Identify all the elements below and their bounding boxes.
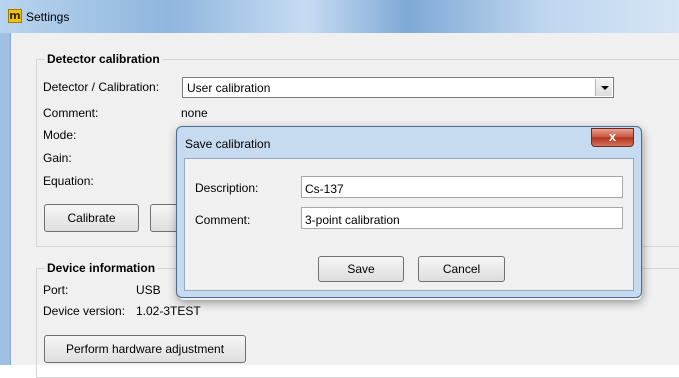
gain-label: Gain: <box>43 151 72 165</box>
port-label: Port: <box>43 283 69 297</box>
description-label: Description: <box>195 181 259 195</box>
comment-value: none <box>181 106 208 120</box>
title-bar[interactable]: m Settings <box>0 0 679 33</box>
group-title: Device information <box>45 261 158 275</box>
chevron-down-icon[interactable] <box>595 79 612 96</box>
device-version-label: Device version: <box>43 304 126 318</box>
close-icon[interactable]: x <box>591 128 634 147</box>
comment-label: Comment: <box>43 106 99 120</box>
detector-calibration-select[interactable]: User calibration <box>182 77 614 98</box>
window-title: Settings <box>26 10 70 24</box>
port-value: USB <box>136 283 161 297</box>
selected-calibration: User calibration <box>187 81 271 95</box>
mode-label: Mode: <box>43 128 77 142</box>
equation-label: Equation: <box>43 174 94 188</box>
comment-input[interactable] <box>301 207 623 229</box>
device-version-value: 1.02-3TEST <box>136 304 201 318</box>
cancel-button[interactable]: Cancel <box>418 256 505 282</box>
settings-window: m Settings Detector calibration Detector… <box>0 0 679 378</box>
dialog-body: Description: Comment: Save Cancel <box>184 158 634 291</box>
app-icon: m <box>8 9 22 23</box>
dialog-comment-label: Comment: <box>195 213 251 227</box>
group-title: Detector calibration <box>45 52 162 66</box>
description-input[interactable] <box>301 176 623 198</box>
save-calibration-dialog: Save calibration x Description: Comment:… <box>176 126 642 298</box>
save-button[interactable]: Save <box>318 256 404 282</box>
calibrate-button[interactable]: Calibrate <box>44 204 139 232</box>
hardware-adjustment-button[interactable]: Perform hardware adjustment <box>44 335 246 363</box>
detector-calibration-label: Detector / Calibration: <box>43 80 160 94</box>
dialog-title: Save calibration <box>185 137 271 151</box>
